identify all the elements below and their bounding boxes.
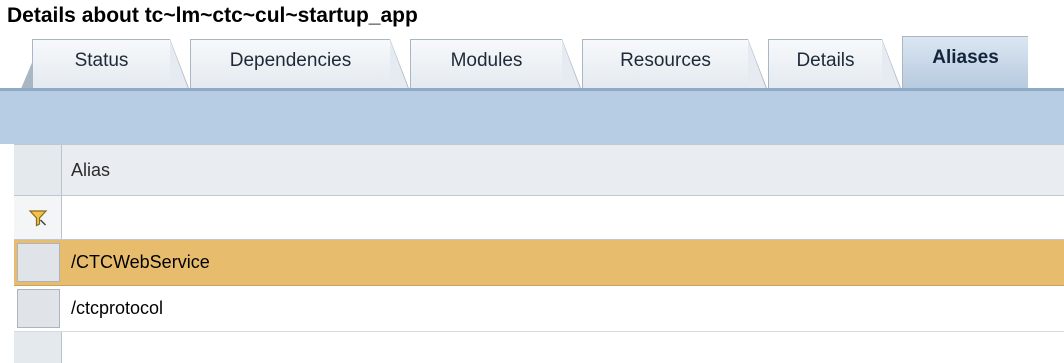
filter-input-alias[interactable] bbox=[62, 196, 1064, 239]
tab-strip-lead bbox=[10, 39, 42, 91]
tab-modules-label: Modules bbox=[450, 50, 523, 71]
tab-details[interactable]: Details bbox=[768, 39, 902, 91]
page-title: Details about tc~lm~ctc~cul~startup_app bbox=[7, 4, 418, 27]
tab-aliases-label: Aliases bbox=[932, 47, 999, 68]
select-all-cell[interactable] bbox=[14, 145, 62, 195]
tab-aliases[interactable]: Aliases bbox=[902, 36, 1028, 90]
aliases-table: Alias /CTCWebService /ctcprotocol bbox=[14, 144, 1064, 363]
tab-resources-label: Resources bbox=[620, 50, 711, 71]
left-rail bbox=[0, 144, 14, 363]
filter-icon[interactable] bbox=[28, 208, 48, 228]
alias-cell[interactable]: /CTCWebService bbox=[62, 240, 1064, 285]
tab-status-label: Status bbox=[74, 50, 129, 71]
table-header-row: Alias bbox=[14, 144, 1064, 196]
row-selector[interactable] bbox=[17, 243, 60, 282]
tab-strip: Status Dependencies Modules Resources De… bbox=[0, 32, 1064, 91]
tab-dependencies[interactable]: Dependencies bbox=[190, 39, 410, 91]
table-row[interactable]: /ctcprotocol bbox=[14, 286, 1064, 332]
row-selector[interactable] bbox=[17, 289, 60, 328]
tab-status[interactable]: Status bbox=[32, 39, 190, 91]
alias-cell[interactable]: /ctcprotocol bbox=[62, 286, 1064, 331]
tab-resources[interactable]: Resources bbox=[582, 39, 768, 91]
table-row-empty bbox=[14, 332, 1064, 363]
table-row[interactable]: /CTCWebService bbox=[14, 240, 1064, 286]
row-selector bbox=[14, 332, 62, 363]
tab-modules[interactable]: Modules bbox=[410, 39, 582, 91]
tab-details-label: Details bbox=[796, 50, 855, 71]
tab-dependencies-label: Dependencies bbox=[229, 50, 352, 71]
table-toolbar bbox=[0, 88, 1064, 144]
content-panel: Alias /CTCWebService /ctcprotocol bbox=[0, 88, 1064, 363]
column-header-alias[interactable]: Alias bbox=[62, 145, 1064, 195]
filter-toggle[interactable] bbox=[14, 196, 62, 239]
filter-row bbox=[14, 196, 1064, 240]
